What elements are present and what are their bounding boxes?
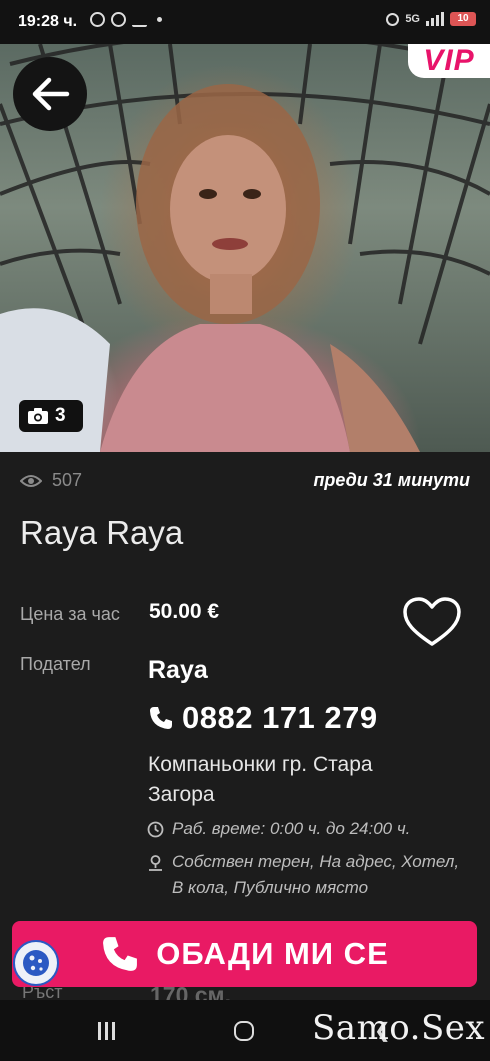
listing-title: Raya Raya — [20, 514, 184, 551]
phone-icon — [150, 707, 172, 729]
locations-row: Собствен терен, На адрес, Хотел, В кола,… — [147, 849, 472, 901]
eye-icon — [20, 474, 42, 487]
posted-time: преди 31 минути — [313, 470, 470, 490]
status-right: 5G 10 — [386, 12, 476, 26]
status-time: 19:28 ч. — [18, 13, 78, 30]
favorite-button[interactable] — [402, 597, 462, 649]
poster-label: Подател — [20, 654, 91, 674]
heart-icon — [403, 597, 461, 646]
location-pin-icon — [149, 855, 162, 871]
poster-name: Raya — [148, 656, 208, 684]
phone-icon — [103, 937, 138, 971]
home-button[interactable] — [234, 1021, 254, 1041]
camera-icon — [28, 408, 48, 424]
more-notifications-icon — [157, 17, 162, 22]
signal-icon — [426, 12, 444, 26]
network-type: 5G — [405, 13, 420, 25]
viber-icon — [90, 12, 105, 27]
vip-badge: VIP — [408, 44, 490, 78]
phone-link[interactable]: 0882 171 279 — [148, 700, 378, 736]
price-label: Цена за час — [20, 604, 120, 624]
view-count: 507 — [20, 470, 82, 491]
view-count-value: 507 — [52, 470, 83, 490]
working-hours: Раб. време: 0:00 ч. до 24:00 ч. — [172, 819, 411, 838]
status-bar: 19:28 ч. 5G 10 — [0, 0, 490, 44]
photo-count: 3 — [55, 405, 66, 426]
working-hours-row: Раб. време: 0:00 ч. до 24:00 ч. — [147, 816, 472, 842]
call-me-label: ОБАДИ МИ СЕ — [156, 936, 389, 971]
missed-call-icon — [132, 12, 147, 27]
clock-icon — [147, 821, 164, 838]
photo-count-badge[interactable]: 3 — [19, 400, 83, 432]
cookie-icon — [23, 950, 49, 976]
cookie-settings-button[interactable] — [13, 940, 59, 986]
notification-icons — [90, 12, 162, 27]
hotspot-icon — [386, 12, 400, 26]
battery-icon: 10 — [450, 12, 476, 26]
recent-apps-button[interactable] — [98, 1022, 115, 1040]
locations: Собствен терен, На адрес, Хотел, В кола,… — [172, 852, 460, 897]
watermark: Samo.Sex — [312, 1008, 486, 1048]
arrow-left-icon — [32, 77, 70, 111]
back-button[interactable] — [13, 57, 87, 131]
call-me-button[interactable]: ОБАДИ МИ СЕ — [12, 921, 477, 987]
price-value: 50.00 € — [149, 600, 220, 623]
category-link[interactable]: Компаньонки гр. Стара Загора — [148, 750, 438, 810]
phone-number: 0882 171 279 — [182, 700, 378, 735]
viber-icon — [111, 12, 126, 27]
